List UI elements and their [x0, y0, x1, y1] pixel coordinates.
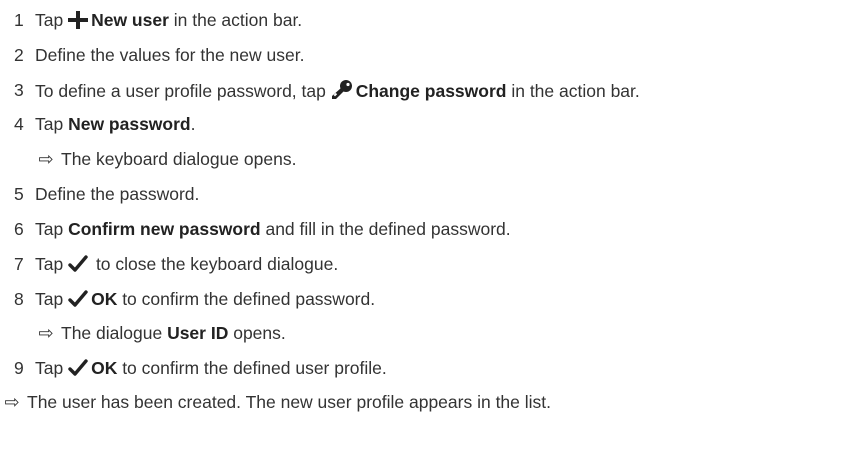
step-text-pre: Tap — [35, 254, 69, 274]
step-text: Tap New password. — [35, 114, 196, 134]
step-text-pre: Tap — [35, 10, 69, 30]
checkmark-icon — [68, 255, 88, 273]
step-text: Define the password. — [35, 184, 200, 204]
result-text: The keyboard dialogue opens. — [61, 149, 297, 169]
key-icon — [331, 80, 353, 100]
result-arrow-icon: ⇨ — [38, 149, 54, 169]
checkmark-icon — [68, 290, 88, 308]
step-text: Tap Confirm new password and fill in the… — [35, 219, 511, 239]
step-text-post: to confirm the defined password. — [117, 289, 376, 309]
result-arrow-icon: ⇨ — [38, 323, 54, 343]
step-text: Define the values for the new user. — [35, 45, 305, 65]
step-text-post: to close the keyboard dialogue. — [91, 254, 339, 274]
step-text: Tap OK to confirm the defined password. — [35, 289, 375, 309]
step-number: 9 — [14, 358, 24, 378]
step-text-pre: To define a user profile password, tap — [35, 81, 331, 101]
step-text-post: in the action bar. — [506, 81, 640, 101]
step-text: Tap OK to confirm the defined user profi… — [35, 358, 387, 378]
step-text-post: and fill in the defined password. — [260, 219, 511, 239]
step-text-pre: Tap — [35, 289, 69, 309]
step-number: 8 — [14, 289, 24, 309]
result-arrow-icon: ⇨ — [4, 392, 20, 412]
step-bold-label: OK — [91, 358, 118, 378]
step-number: 7 — [14, 254, 24, 274]
checkmark-icon — [68, 359, 88, 377]
result-text-pre: The dialogue — [61, 323, 168, 343]
step-number: 4 — [14, 114, 24, 134]
step-text-pre: Tap — [35, 219, 69, 239]
step-text-post: in the action bar. — [168, 10, 303, 30]
step-text-pre: Tap — [35, 358, 69, 378]
step-bold-label: OK — [91, 289, 118, 309]
step-text-pre: Tap — [35, 114, 69, 134]
result-text: The user has been created. The new user … — [27, 392, 552, 412]
step-number: 6 — [14, 219, 24, 239]
step-number: 3 — [14, 80, 24, 100]
result-text: The dialogue User ID opens. — [61, 323, 286, 343]
step-text-post: to confirm the defined user profile. — [117, 358, 387, 378]
result-bold-label: User ID — [167, 323, 229, 343]
plus-icon — [68, 11, 89, 29]
step-number: 1 — [14, 10, 24, 30]
step-text: Tap to close the keyboard dialogue. — [35, 254, 338, 274]
step-text: To define a user profile password, tap C… — [35, 80, 640, 101]
step-number: 2 — [14, 45, 24, 65]
result-text-post: opens. — [228, 323, 286, 343]
step-bold-label: Confirm new password — [68, 219, 261, 239]
step-bold-label: Change password — [355, 81, 507, 101]
step-text-post: . — [190, 114, 196, 134]
step-bold-label: New password — [68, 114, 191, 134]
step-text: Tap New user in the action bar. — [35, 10, 302, 30]
step-number: 5 — [14, 184, 24, 204]
step-bold-label: New user — [91, 10, 169, 30]
